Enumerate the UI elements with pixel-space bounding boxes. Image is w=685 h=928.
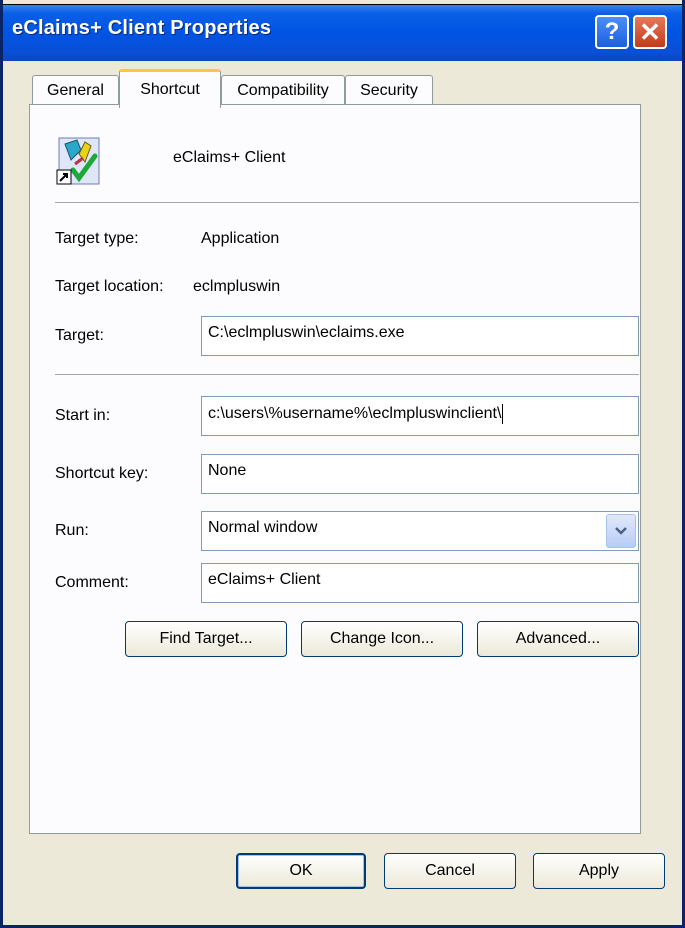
tab-strip: General Shortcut Compatibility Security: [3, 66, 682, 108]
run-dropdown-button[interactable]: [606, 514, 636, 548]
tab-security[interactable]: Security: [345, 75, 433, 106]
change-icon-button[interactable]: Change Icon...: [301, 621, 463, 657]
target-input-value: C:\eclmpluswin\eclaims.exe: [208, 324, 405, 341]
text-caret: [502, 404, 504, 424]
title-bar[interactable]: eClaims+ Client Properties ? ✕: [3, 4, 682, 61]
ok-button[interactable]: OK: [236, 853, 366, 889]
comment-input[interactable]: eClaims+ Client: [201, 563, 639, 603]
change-icon-label: Change Icon...: [329, 630, 435, 647]
start-in-input[interactable]: c:\users\%username%\eclmpluswinclient\: [201, 396, 639, 436]
window-title: eClaims+ Client Properties: [12, 17, 272, 39]
target-location-value: eclmpluswin: [193, 278, 281, 295]
find-target-label: Find Target...: [159, 630, 253, 647]
start-in-input-value: c:\users\%username%\eclmpluswinclient\: [208, 405, 502, 423]
advanced-label: Advanced...: [515, 630, 601, 647]
app-name: eClaims+ Client: [173, 149, 286, 166]
find-target-button[interactable]: Find Target...: [125, 621, 287, 657]
help-icon: ?: [604, 18, 620, 45]
target-input[interactable]: C:\eclmpluswin\eclaims.exe: [201, 316, 639, 356]
ok-label: OK: [289, 862, 313, 879]
separator-top: [55, 202, 639, 203]
advanced-button[interactable]: Advanced...: [477, 621, 639, 657]
tab-compatibility-label: Compatibility: [237, 82, 329, 99]
chevron-down-icon: [615, 527, 627, 535]
comment-label: Comment:: [55, 574, 129, 591]
tab-shortcut[interactable]: Shortcut: [119, 69, 221, 108]
tab-compatibility[interactable]: Compatibility: [221, 75, 345, 106]
comment-input-value: eClaims+ Client: [208, 571, 321, 588]
target-type-value: Application: [201, 230, 280, 247]
run-select-value: Normal window: [208, 519, 318, 536]
target-location-label: Target location:: [55, 278, 164, 295]
run-label: Run:: [55, 522, 89, 539]
tab-general-label: General: [47, 82, 104, 99]
separator-middle: [55, 374, 639, 375]
run-select[interactable]: Normal window: [201, 511, 639, 551]
tab-security-label: Security: [360, 82, 418, 99]
shortcut-key-input[interactable]: None: [201, 454, 639, 494]
cancel-button[interactable]: Cancel: [384, 853, 516, 889]
target-type-label: Target type:: [55, 230, 139, 247]
close-button[interactable]: ✕: [633, 15, 667, 49]
tab-general[interactable]: General: [32, 75, 119, 106]
start-in-label: Start in:: [55, 407, 111, 424]
help-button[interactable]: ?: [595, 15, 629, 49]
apply-button[interactable]: Apply: [533, 853, 665, 889]
apply-label: Apply: [578, 862, 620, 879]
tab-shortcut-label: Shortcut: [140, 81, 200, 98]
shortcut-key-label: Shortcut key:: [55, 465, 149, 482]
properties-dialog: eClaims+ Client Properties ? ✕ General S…: [0, 0, 685, 928]
target-label: Target:: [55, 327, 104, 344]
eclaims-app-icon: [56, 137, 100, 185]
shortcut-key-input-value: None: [208, 462, 247, 479]
cancel-label: Cancel: [425, 862, 475, 879]
close-icon: ✕: [639, 16, 661, 47]
